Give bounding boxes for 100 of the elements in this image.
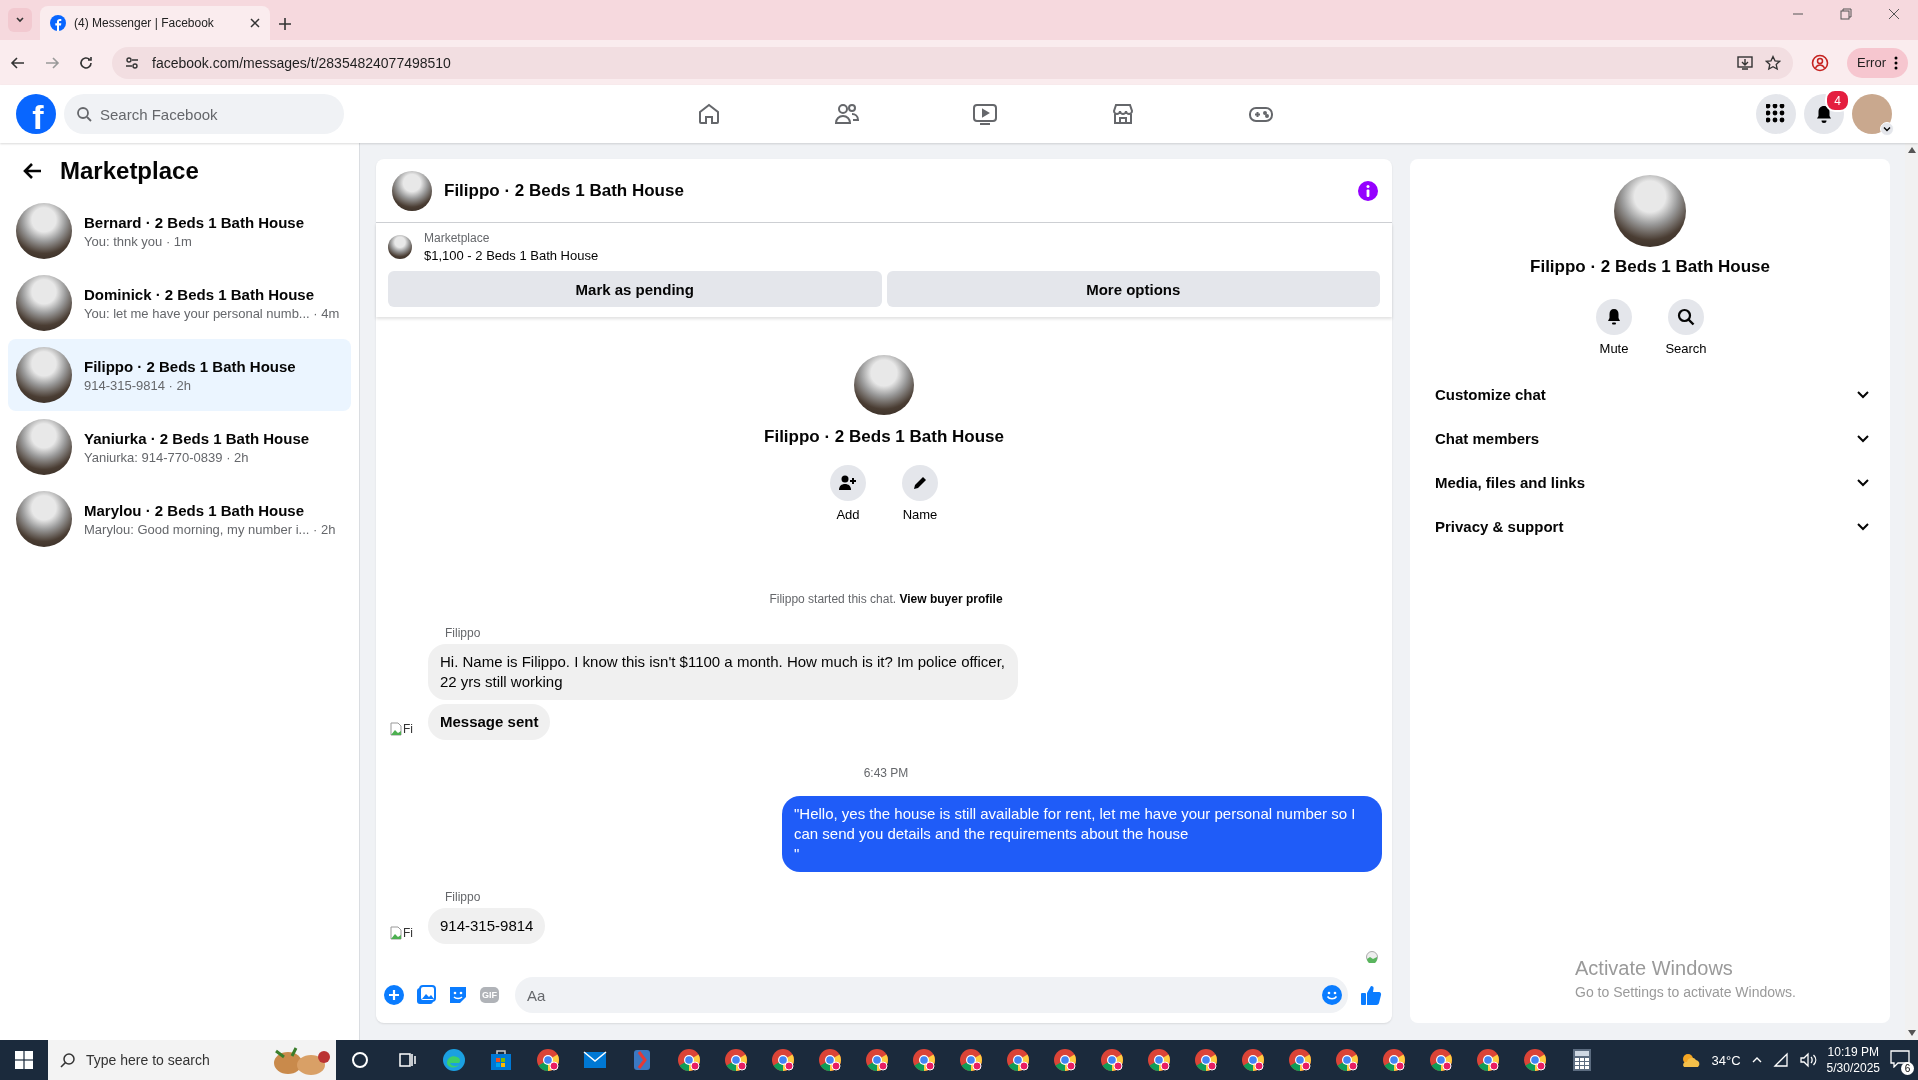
video-icon[interactable] bbox=[972, 102, 998, 126]
chrome-icon[interactable] bbox=[1287, 1048, 1312, 1072]
message-input[interactable]: Aa bbox=[515, 977, 1348, 1013]
message-bubble: Message sent bbox=[428, 704, 551, 740]
edge-icon[interactable] bbox=[441, 1048, 466, 1072]
emoji-icon[interactable] bbox=[1322, 985, 1342, 1005]
chrome-icon[interactable] bbox=[1005, 1048, 1030, 1072]
cortana-icon[interactable] bbox=[350, 1051, 369, 1069]
chrome-icon[interactable] bbox=[676, 1048, 701, 1072]
chrome-icon[interactable] bbox=[535, 1048, 560, 1072]
calculator-icon[interactable] bbox=[1571, 1048, 1592, 1072]
link[interactable]: View buyer profile bbox=[899, 592, 1003, 606]
new-tab-icon[interactable] bbox=[278, 17, 292, 31]
sender-name: Filippo bbox=[444, 890, 482, 904]
restore-icon[interactable] bbox=[1840, 8, 1852, 20]
conversation-preview: Marylou: Good morning, my number i... · 2h bbox=[84, 521, 336, 537]
address-bar[interactable]: facebook.com/messages/t/28354824077498510 bbox=[112, 46, 1794, 79]
taskbar-search-field[interactable]: Type here to search bbox=[48, 1040, 336, 1080]
sent-message-bubble: "Hello, yes the house is still available for rent, let me have your personal number so I can send you details and the requirements about the house " bbox=[782, 796, 1382, 872]
profile-icon[interactable] bbox=[1811, 53, 1830, 72]
tab-list-button[interactable] bbox=[8, 8, 32, 32]
windows-start-icon[interactable] bbox=[15, 1051, 33, 1069]
chrome-icon[interactable] bbox=[1381, 1048, 1406, 1072]
conversation-item[interactable]: Dominick · 2 Beds 1 Bath House You: let me have your personal numb... · 4m bbox=[8, 267, 351, 339]
chrome-icon[interactable] bbox=[1193, 1048, 1218, 1072]
photo-placeholder bbox=[16, 275, 72, 331]
install-icon[interactable] bbox=[1737, 54, 1754, 71]
broken-image-icon bbox=[390, 926, 402, 940]
plus-icon[interactable] bbox=[384, 985, 404, 1005]
task-view-icon[interactable] bbox=[397, 1051, 416, 1069]
listing-action-button[interactable]: More options bbox=[886, 271, 1380, 307]
search-icon bbox=[60, 1052, 76, 1068]
conversation-item[interactable]: Yaniurka · 2 Beds 1 Bath House Yaniurka: 914-770-0839 · 2h bbox=[8, 411, 351, 483]
accordion-item[interactable]: Media, files and links bbox=[1418, 460, 1882, 504]
photo-icon[interactable] bbox=[416, 985, 436, 1005]
grid-icon bbox=[1766, 104, 1786, 124]
scrollbar[interactable] bbox=[1905, 143, 1918, 1040]
menu-button[interactable] bbox=[1756, 94, 1796, 134]
accordion-item[interactable]: Privacy & support bbox=[1418, 504, 1882, 548]
chrome-icon[interactable] bbox=[1052, 1048, 1077, 1072]
chrome-icon[interactable] bbox=[817, 1048, 842, 1072]
store-icon[interactable] bbox=[1111, 102, 1135, 126]
chrome-icon[interactable] bbox=[770, 1048, 795, 1072]
conversation-item[interactable]: Bernard · 2 Beds 1 Bath House You: thnk you · 1m bbox=[8, 195, 351, 267]
activation-title: Activate Windows bbox=[1575, 957, 1734, 980]
star-icon[interactable] bbox=[1765, 54, 1782, 71]
photo-placeholder bbox=[854, 355, 914, 415]
listing-title: $1,100 - 2 Beds 1 Bath House bbox=[424, 248, 599, 263]
reload-icon[interactable] bbox=[78, 54, 94, 71]
chrome-icon[interactable] bbox=[958, 1048, 983, 1072]
close-icon[interactable] bbox=[1888, 8, 1900, 20]
info-icon[interactable] bbox=[1358, 180, 1378, 201]
close-icon[interactable] bbox=[250, 18, 260, 28]
conversation-preview: You: let me have your personal numb... · 4m bbox=[84, 305, 340, 321]
chrome-icon[interactable] bbox=[911, 1048, 936, 1072]
scroll-down-icon[interactable] bbox=[1907, 1030, 1916, 1036]
conversation-name: Bernard · 2 Beds 1 Bath House bbox=[84, 213, 305, 231]
photo-placeholder bbox=[16, 491, 72, 547]
profile-error-button[interactable]: Error bbox=[1847, 47, 1908, 78]
chat-name: Filippo · 2 Beds 1 Bath House bbox=[1530, 257, 1770, 277]
chrome-icon[interactable] bbox=[1146, 1048, 1171, 1072]
chrome-icon[interactable] bbox=[1522, 1048, 1547, 1072]
facebook-logo[interactable]: f bbox=[16, 94, 56, 134]
scroll-up-icon[interactable] bbox=[1907, 147, 1916, 153]
back-arrow-icon[interactable] bbox=[22, 162, 42, 180]
chrome-icon[interactable] bbox=[1099, 1048, 1124, 1072]
store-icon[interactable] bbox=[488, 1048, 513, 1072]
conversation-item[interactable]: Marylou · 2 Beds 1 Bath House Marylou: Good morning, my number i... · 2h bbox=[8, 483, 351, 555]
mail-icon[interactable] bbox=[582, 1050, 607, 1070]
message-bubble: 914-315-9814 bbox=[428, 908, 546, 944]
people-icon[interactable] bbox=[834, 102, 860, 126]
caret-icon bbox=[1883, 125, 1891, 133]
listing-action-button[interactable]: Mark as pending bbox=[388, 271, 882, 307]
chrome-icon[interactable] bbox=[1334, 1048, 1359, 1072]
activation-message: Go to Settings to activate Windows. bbox=[1575, 984, 1796, 1000]
chrome-icon[interactable] bbox=[1240, 1048, 1265, 1072]
conversation-item[interactable]: Filippo · 2 Beds 1 Bath House 914-315-9814 · 2h bbox=[8, 339, 351, 411]
chrome-icon[interactable] bbox=[864, 1048, 889, 1072]
site-settings-icon[interactable] bbox=[124, 54, 140, 71]
avatar-alt-text: Fi bbox=[403, 926, 413, 940]
search-field[interactable]: Search Facebook bbox=[64, 94, 344, 134]
browser-tab[interactable]: (4) Messenger | Facebook bbox=[40, 6, 270, 40]
home-icon[interactable] bbox=[697, 102, 721, 126]
add-person-icon bbox=[839, 475, 857, 491]
photo-placeholder bbox=[16, 419, 72, 475]
back-icon[interactable] bbox=[10, 54, 26, 71]
sticker-icon[interactable] bbox=[448, 985, 468, 1005]
chrome-icon[interactable] bbox=[723, 1048, 748, 1072]
facebook-logo-icon bbox=[50, 15, 66, 31]
photo-placeholder bbox=[388, 235, 412, 259]
accordion-item[interactable]: Customize chat bbox=[1418, 372, 1882, 416]
chrome-icon[interactable] bbox=[1475, 1048, 1500, 1072]
photo-placeholder bbox=[16, 347, 72, 403]
clock[interactable]: 10:19 PM 5/30/2025 bbox=[1826, 1044, 1880, 1076]
chrome-icon[interactable] bbox=[1428, 1048, 1453, 1072]
accordion-item[interactable]: Chat members bbox=[1418, 416, 1882, 460]
network-icon[interactable] bbox=[1772, 1052, 1789, 1068]
thumbs-up-icon[interactable] bbox=[1360, 984, 1382, 1006]
pencil-icon bbox=[912, 475, 928, 491]
volume-icon[interactable] bbox=[1798, 1052, 1817, 1068]
